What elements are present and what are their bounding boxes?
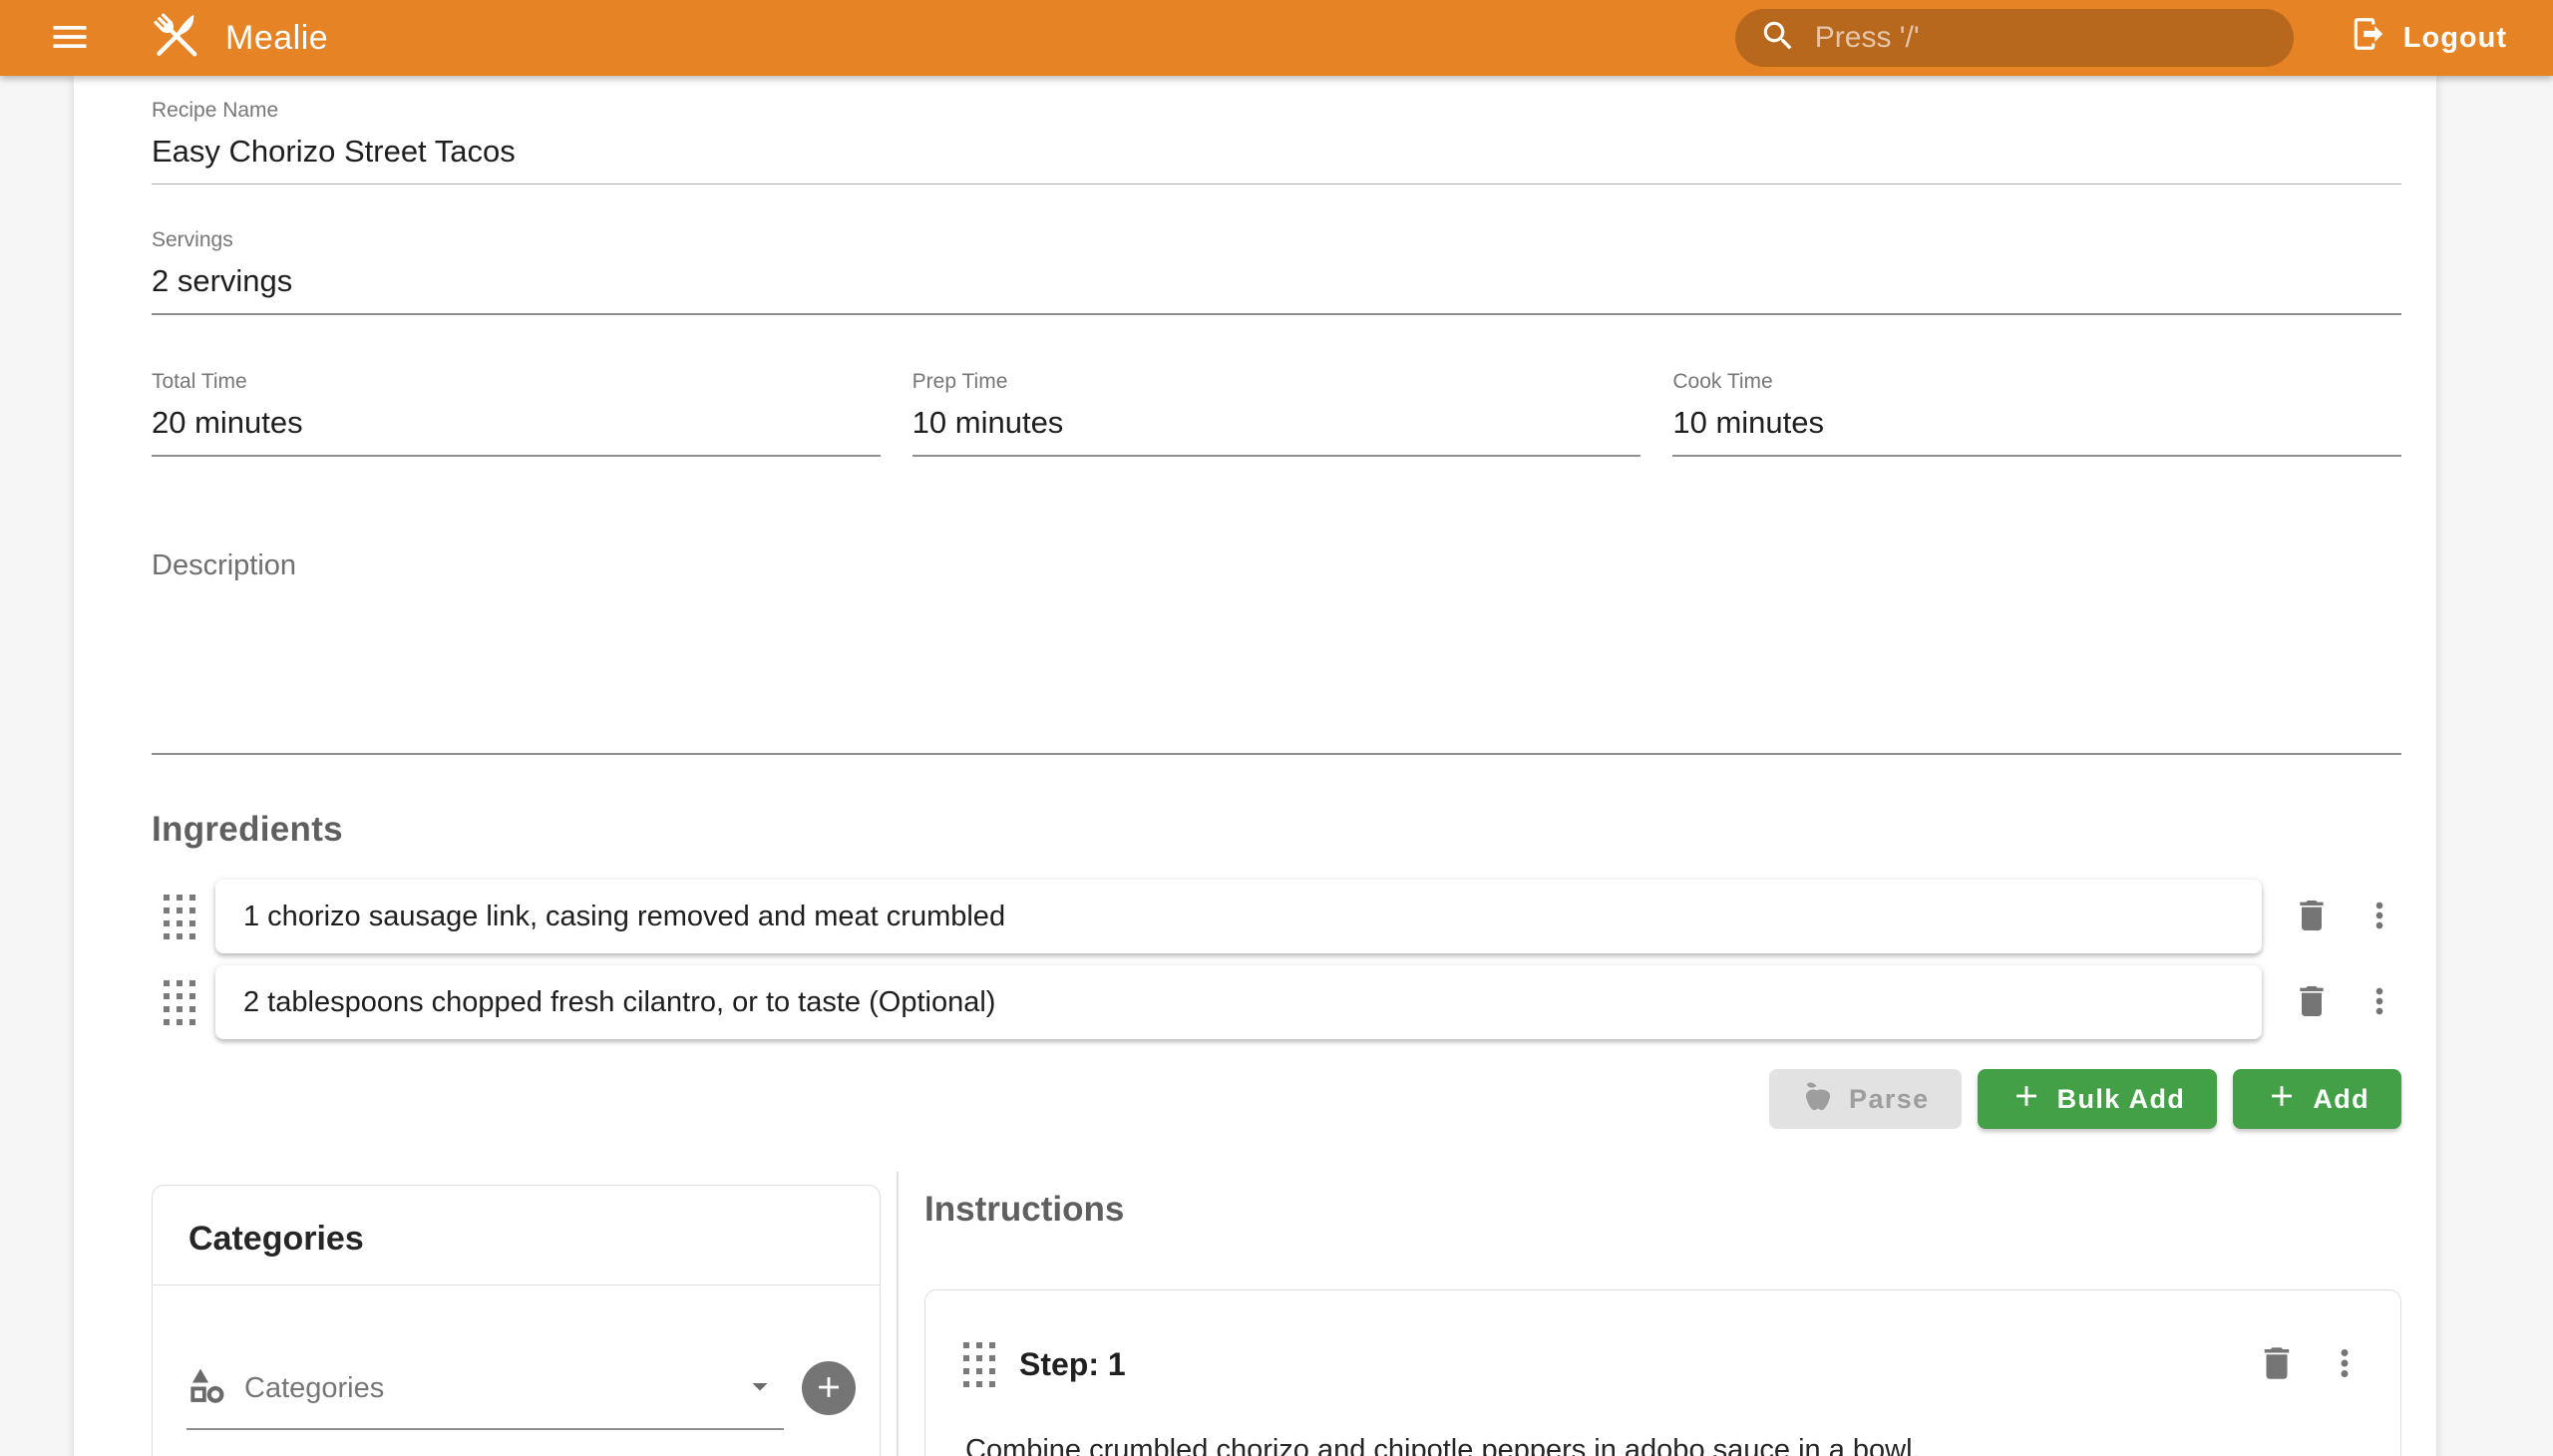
ingredient-field — [215, 880, 2262, 953]
search-box[interactable] — [1735, 9, 2294, 67]
ingredients-heading: Ingredients — [152, 810, 2401, 850]
plus-icon — [2009, 1079, 2057, 1120]
cook-time-label: Cook Time — [1672, 369, 2401, 395]
kebab-menu-icon — [2360, 896, 2399, 938]
ingredient-options-button[interactable] — [2358, 978, 2401, 1026]
ingredient-field — [215, 965, 2262, 1039]
plus-icon — [812, 1370, 846, 1407]
drag-handle-icon[interactable] — [164, 980, 197, 1025]
add-label: Add — [2313, 1084, 2370, 1115]
kebab-menu-icon — [2324, 1342, 2366, 1387]
dropdown-arrow-icon — [742, 1368, 778, 1409]
description-textarea[interactable] — [152, 578, 2401, 748]
app-title: Mealie — [225, 19, 328, 58]
bulk-add-button[interactable]: Bulk Add — [1978, 1069, 2218, 1129]
categories-card: Categories Categories — [152, 1185, 881, 1456]
logout-label: Logout — [2403, 22, 2507, 55]
servings-input[interactable] — [152, 253, 2401, 313]
parse-button[interactable]: Parse — [1769, 1069, 1962, 1129]
logout-button[interactable]: Logout — [2334, 15, 2507, 61]
time-fields-row: Total Time Prep Time Cook Time — [152, 369, 2401, 457]
delete-ingredient-button[interactable] — [2288, 893, 2336, 940]
step-text[interactable]: Combine crumbled chorizo and chipotle pe… — [963, 1428, 2367, 1456]
ingredient-row — [152, 965, 2401, 1039]
cutlery-icon — [146, 5, 207, 72]
categories-column: Categories Categories — [152, 1172, 881, 1456]
hamburger-menu-button[interactable] — [40, 8, 100, 68]
column-divider — [897, 1172, 899, 1456]
total-time-field-group: Total Time — [152, 369, 881, 457]
search-icon — [1759, 17, 1797, 60]
shapes-category-icon — [186, 1365, 228, 1412]
trash-icon — [2256, 1342, 2298, 1387]
add-ingredient-button[interactable]: Add — [2233, 1069, 2401, 1129]
instruction-step-card: Step: 1 Combine crumbled chorizo and chi… — [924, 1289, 2401, 1456]
recipe-name-field-group: Recipe Name — [152, 98, 2401, 184]
total-time-input[interactable] — [152, 395, 881, 455]
prep-time-field-group: Prep Time — [912, 369, 1641, 457]
step-options-button[interactable] — [2323, 1340, 2367, 1388]
instructions-column: Instructions Step: 1 — [924, 1172, 2401, 1456]
recipe-editor-sheet: Recipe Name Servings Total Time Prep Tim… — [74, 76, 2436, 1456]
search-input[interactable] — [1815, 21, 2270, 55]
app-header: Mealie Logout — [0, 0, 2553, 76]
delete-step-button[interactable] — [2253, 1340, 2301, 1388]
parse-label: Parse — [1849, 1084, 1930, 1115]
servings-label: Servings — [152, 227, 2401, 253]
plus-icon — [2265, 1079, 2313, 1120]
step-title: Step: 1 — [1019, 1346, 1126, 1383]
cook-time-input[interactable] — [1672, 395, 2401, 455]
ingredient-row — [152, 880, 2401, 953]
categories-heading: Categories — [153, 1186, 880, 1284]
trash-icon — [2292, 896, 2332, 938]
prep-time-label: Prep Time — [912, 369, 1641, 395]
ingredient-options-button[interactable] — [2358, 893, 2401, 940]
ingredient-input[interactable] — [243, 901, 2234, 933]
drag-handle-icon[interactable] — [164, 895, 197, 939]
kebab-menu-icon — [2360, 981, 2399, 1024]
drag-handle-icon[interactable] — [963, 1342, 997, 1387]
description-field-group: Description — [152, 552, 2401, 755]
categories-select-row: Categories — [153, 1285, 880, 1430]
categories-select[interactable]: Categories — [186, 1365, 784, 1430]
add-category-button[interactable] — [802, 1361, 856, 1415]
logout-icon — [2350, 15, 2387, 61]
servings-field-group: Servings — [152, 227, 2401, 315]
categories-select-placeholder: Categories — [244, 1372, 384, 1405]
apple-icon — [1801, 1079, 1849, 1120]
recipe-name-input[interactable] — [152, 124, 2401, 183]
step-header-row: Step: 1 — [963, 1340, 2367, 1388]
instructions-heading: Instructions — [924, 1190, 2401, 1230]
recipe-name-label: Recipe Name — [152, 98, 2401, 124]
ingredient-input[interactable] — [243, 986, 2234, 1019]
total-time-label: Total Time — [152, 369, 881, 395]
menu-icon — [48, 15, 92, 62]
prep-time-input[interactable] — [912, 395, 1641, 455]
bulk-add-label: Bulk Add — [2057, 1084, 2186, 1115]
trash-icon — [2292, 981, 2332, 1024]
ingredient-actions-row: Parse Bulk Add Add — [152, 1069, 2401, 1129]
delete-ingredient-button[interactable] — [2288, 978, 2336, 1026]
bottom-columns: Categories Categories — [152, 1172, 2401, 1456]
mealie-logo — [146, 5, 207, 72]
description-label: Description — [152, 552, 2401, 578]
cook-time-field-group: Cook Time — [1672, 369, 2401, 457]
